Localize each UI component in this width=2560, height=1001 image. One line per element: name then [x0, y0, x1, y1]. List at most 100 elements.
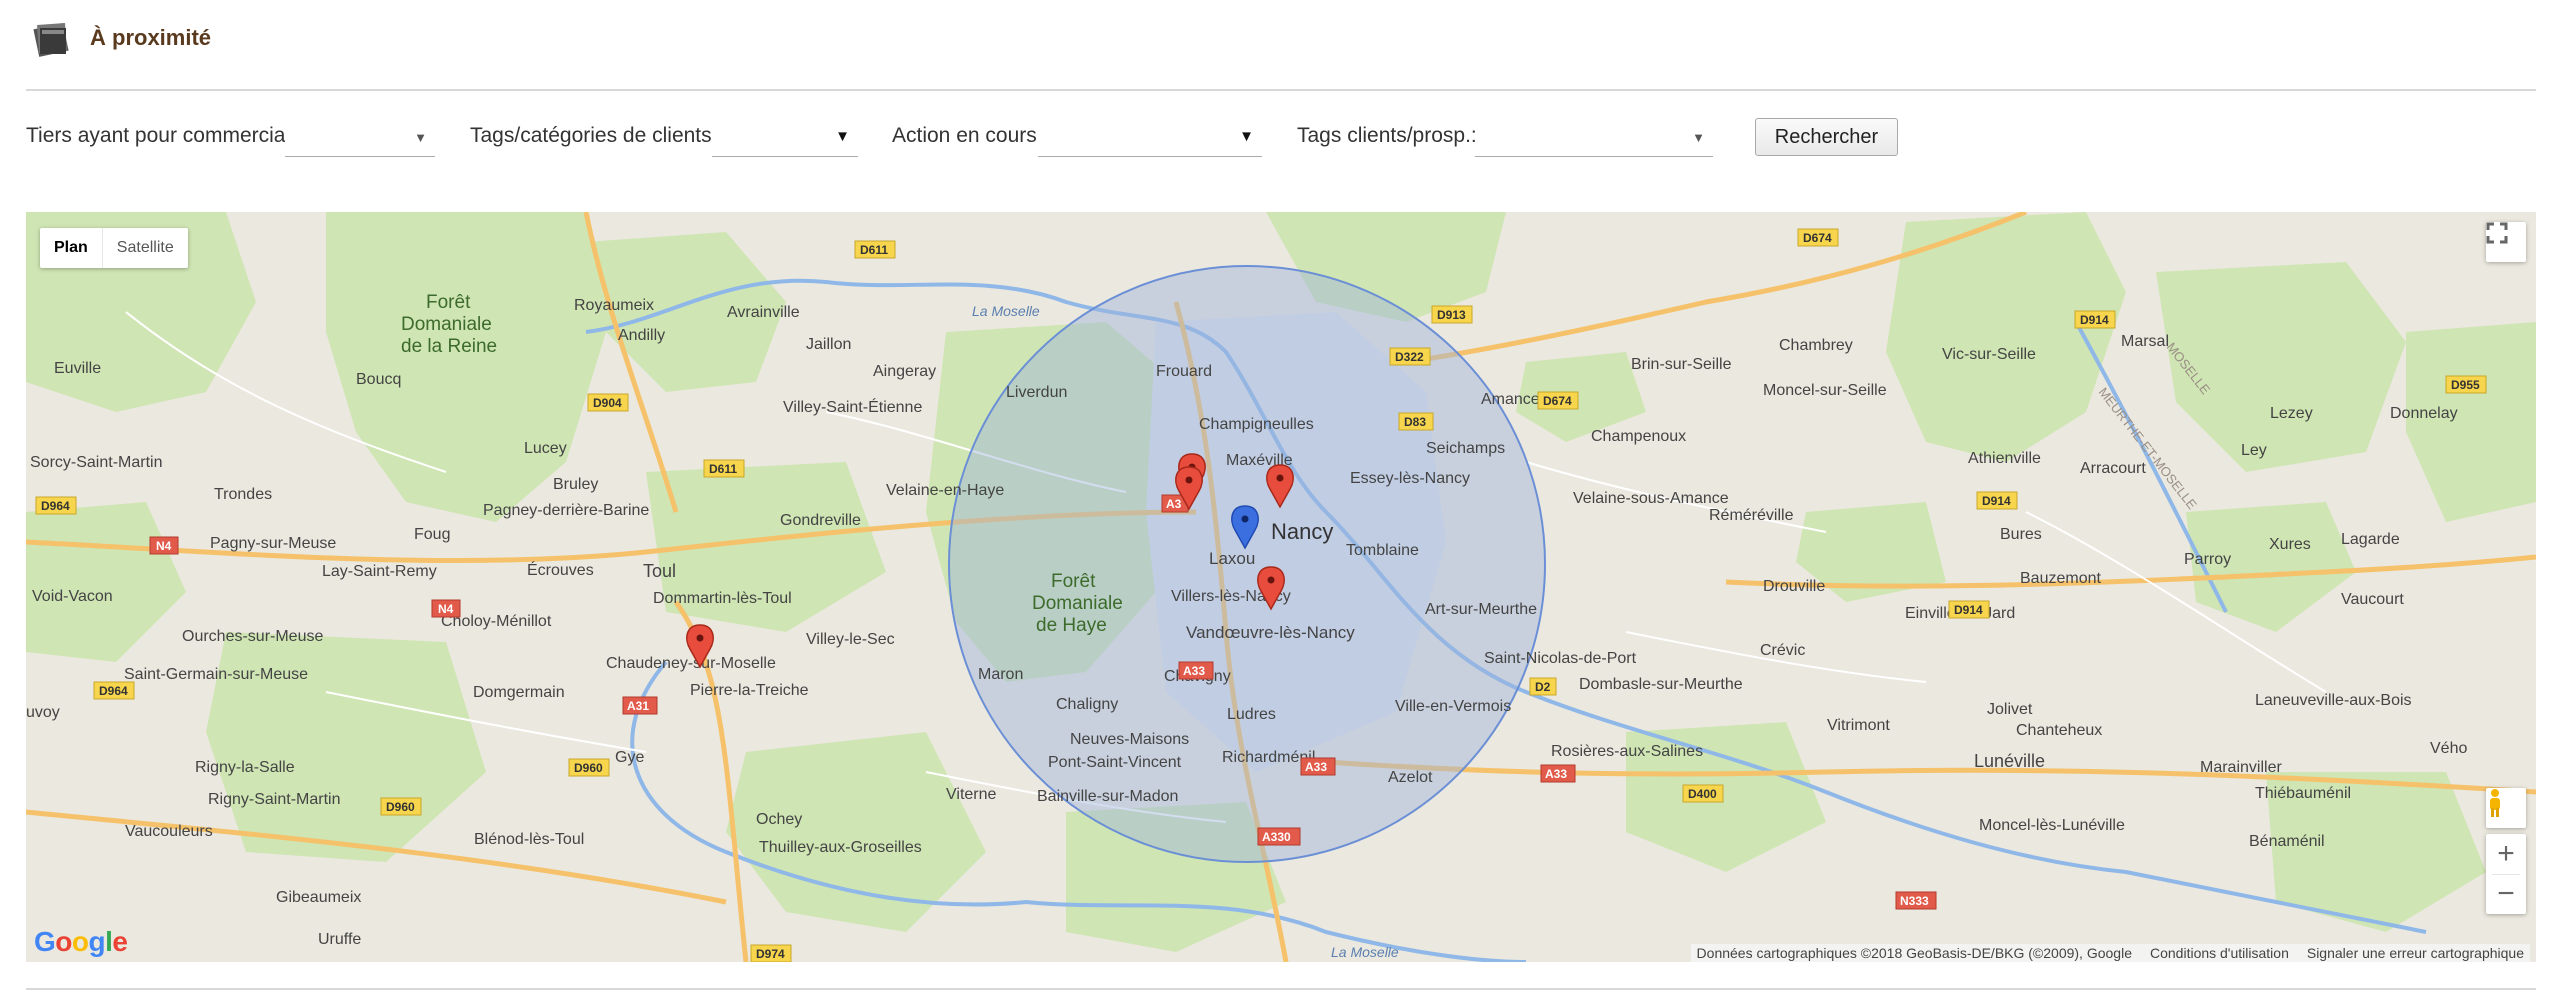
folder-stack-icon: [33, 23, 69, 57]
svg-text:D914: D914: [1982, 494, 2011, 508]
place-label: Thiébauménil: [2255, 785, 2351, 802]
river-label: La Moselle: [972, 303, 1040, 319]
place-label: Royaumeix: [574, 297, 654, 314]
place-label: Azelot: [1388, 769, 1433, 786]
place-label: Champenoux: [1591, 428, 1686, 445]
svg-text:D674: D674: [1543, 394, 1572, 408]
svg-text:D674: D674: [1803, 231, 1832, 245]
svg-text:N4: N4: [156, 539, 172, 553]
place-label: Jolivet: [1987, 701, 2033, 718]
svg-text:N333: N333: [1900, 894, 1929, 908]
road-shield: D913: [1431, 305, 1473, 324]
place-label: Pagney-derrière-Barine: [483, 502, 649, 519]
road-shield: D674: [1537, 391, 1579, 410]
action-filter-select[interactable]: ▼: [1038, 116, 1262, 157]
map-canvas[interactable]: Nancy Laxou Villers-lès-Nancy Vandœuvre-…: [26, 212, 2536, 962]
svg-text:A33: A33: [1305, 760, 1327, 774]
tags-prosp-filter-select[interactable]: ▼: [1475, 116, 1713, 157]
river-label: La Moselle: [1331, 944, 1399, 960]
google-logo[interactable]: Google: [34, 926, 128, 958]
place-label: Avrainville: [727, 304, 800, 321]
place-label: Boucq: [356, 371, 401, 388]
place-label: Vého: [2430, 740, 2467, 757]
place-label: Vic-sur-Seille: [1942, 346, 2036, 363]
place-label: Maron: [978, 666, 1023, 683]
action-filter-label: Action en cours:: [892, 124, 1043, 147]
svg-text:D914: D914: [2080, 313, 2109, 327]
svg-text:D914: D914: [1954, 603, 1983, 617]
place-label: Laneuveville-aux-Bois: [2255, 692, 2412, 709]
road-shield: D914: [2074, 310, 2116, 329]
place-label: Crévic: [1760, 642, 1805, 659]
svg-text:D904: D904: [593, 396, 622, 410]
place-label: Void-Vacon: [32, 588, 113, 605]
road-shield: N4: [431, 599, 461, 618]
svg-text:D960: D960: [574, 761, 603, 775]
page-title: À proximité: [90, 25, 212, 50]
place-label: Velaine-sous-Amance: [1573, 490, 1729, 507]
svg-text:A33: A33: [1183, 664, 1205, 678]
road-shield: D964: [93, 681, 135, 700]
tags-filter-select[interactable]: ▼: [712, 116, 858, 157]
place-label: Forêt: [426, 292, 471, 313]
place-label: Liverdun: [1006, 384, 1067, 401]
svg-text:D955: D955: [2451, 378, 2480, 392]
map-view[interactable]: Nancy Laxou Villers-lès-Nancy Vandœuvre-…: [26, 212, 2536, 962]
place-label: Andilly: [618, 327, 665, 344]
place-label: Parroy: [2184, 551, 2231, 568]
commercial-filter-select[interactable]: ▼: [285, 116, 435, 157]
footer-divider: [26, 988, 2536, 990]
svg-text:D960: D960: [386, 800, 415, 814]
place-label: Domgermain: [473, 684, 565, 701]
place-label: Lucey: [524, 440, 567, 457]
road-shield: D960: [568, 758, 610, 777]
place-label: Bures: [2000, 526, 2042, 543]
road-shield: D974: [750, 944, 792, 962]
road-shield: N333: [1895, 891, 1937, 910]
place-label: Réméréville: [1709, 507, 1794, 524]
road-shield: A31: [622, 696, 658, 715]
svg-text:D611: D611: [860, 243, 888, 257]
street-view-pegman-button[interactable]: [2486, 788, 2526, 828]
svg-text:A3: A3: [1166, 497, 1182, 511]
place-label: Xures: [2269, 536, 2311, 553]
road-shield: A33: [1178, 661, 1214, 680]
place-label: Euville: [54, 360, 101, 377]
place-label: Bauzemont: [2020, 570, 2101, 587]
map-type-control: Plan Satellite: [40, 228, 188, 268]
fullscreen-button[interactable]: [2486, 222, 2526, 262]
svg-text:D964: D964: [41, 499, 70, 513]
road-shield: A330: [1257, 827, 1301, 846]
place-label: Art-sur-Meurthe: [1425, 601, 1537, 618]
filter-bar: Tiers ayant pour commercial: ▼ Tags/caté…: [0, 112, 2560, 158]
road-shield: D611: [703, 459, 745, 478]
place-label: Saint-Nicolas-de-Port: [1484, 650, 1637, 667]
place-label: Nancy: [1271, 519, 1333, 544]
svg-text:A33: A33: [1545, 767, 1567, 781]
terms-link[interactable]: Conditions d'utilisation: [2150, 944, 2289, 962]
place-label: Rosières-aux-Salines: [1551, 743, 1703, 760]
road-shield: D2: [1529, 677, 1557, 696]
zoom-out-button[interactable]: −: [2486, 874, 2526, 914]
zoom-in-button[interactable]: +: [2486, 834, 2526, 874]
place-label: Rigny-Saint-Martin: [208, 791, 340, 808]
place-label: Uruffe: [318, 931, 361, 948]
place-label: Chaudeney-sur-Moselle: [606, 655, 776, 672]
road-shield: A33: [1540, 764, 1576, 783]
svg-text:A31: A31: [627, 699, 649, 713]
place-label: Essey-lès-Nancy: [1350, 470, 1470, 487]
search-button[interactable]: Rechercher: [1755, 118, 1898, 156]
place-label: Lezey: [2270, 405, 2313, 422]
place-label: Vaucouleurs: [125, 823, 213, 840]
report-error-link[interactable]: Signaler une erreur cartographique: [2307, 944, 2524, 962]
place-label: Moncel-lès-Lunéville: [1979, 817, 2125, 834]
map-type-satellite-button[interactable]: Satellite: [101, 228, 188, 268]
place-label: Vandœuvre-lès-Nancy: [1186, 623, 1355, 642]
svg-text:D2: D2: [1535, 680, 1551, 694]
map-type-plan-button[interactable]: Plan: [40, 228, 102, 268]
place-label: Domaniale: [401, 314, 492, 335]
chevron-down-icon: ▼: [414, 130, 427, 145]
tags-prosp-filter-label: Tags clients/prosp.:: [1297, 124, 1477, 147]
place-label: Toul: [643, 561, 676, 581]
svg-text:D322: D322: [1395, 350, 1424, 364]
